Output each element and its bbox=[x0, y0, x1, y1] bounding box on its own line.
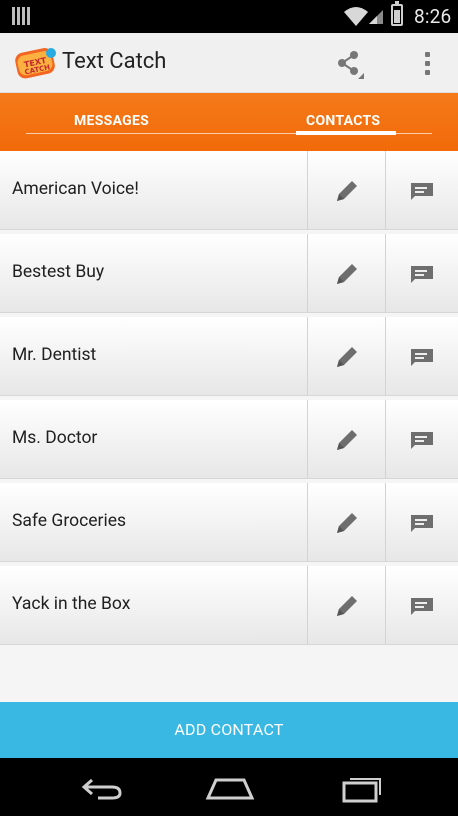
contact-row[interactable]: Yack in the Box bbox=[0, 566, 458, 645]
contact-name: Mr. Dentist bbox=[12, 345, 97, 365]
back-button[interactable] bbox=[72, 770, 132, 806]
status-bar: 8:26 bbox=[0, 0, 458, 33]
edit-contact-button[interactable] bbox=[307, 317, 385, 396]
contact-row[interactable]: Ms. Doctor bbox=[0, 400, 458, 479]
contact-name: Yack in the Box bbox=[12, 594, 131, 614]
action-bar: TEXT CATCH Text Catch bbox=[0, 33, 458, 93]
pencil-icon bbox=[336, 263, 357, 284]
back-icon bbox=[81, 778, 122, 800]
home-button[interactable] bbox=[200, 770, 260, 806]
tab-indicator bbox=[296, 131, 396, 135]
message-icon bbox=[411, 348, 433, 366]
edit-contact-button[interactable] bbox=[307, 234, 385, 313]
share-button[interactable] bbox=[326, 41, 370, 85]
message-icon bbox=[411, 431, 433, 449]
message-icon bbox=[411, 265, 433, 283]
pencil-icon bbox=[336, 429, 357, 450]
edit-contact-button[interactable] bbox=[307, 400, 385, 479]
edit-contact-button[interactable] bbox=[307, 566, 385, 645]
battery-icon bbox=[391, 1, 403, 26]
edit-contact-button[interactable] bbox=[307, 151, 385, 230]
contact-row[interactable]: Mr. Dentist bbox=[0, 317, 458, 396]
signal-icon bbox=[369, 10, 383, 24]
notification-icon bbox=[12, 7, 30, 25]
message-contact-button[interactable] bbox=[385, 566, 458, 645]
contact-row[interactable]: American Voice! bbox=[0, 151, 458, 230]
message-icon bbox=[411, 514, 433, 532]
navigation-bar bbox=[0, 758, 458, 816]
overflow-menu-button[interactable] bbox=[412, 41, 442, 85]
message-contact-button[interactable] bbox=[385, 317, 458, 396]
pencil-icon bbox=[336, 512, 357, 533]
message-icon bbox=[411, 597, 433, 615]
home-icon bbox=[205, 778, 255, 800]
tab-contacts[interactable]: CONTACTS bbox=[306, 113, 380, 129]
add-contact-button[interactable]: ADD CONTACT bbox=[0, 702, 458, 758]
status-time: 8:26 bbox=[414, 5, 452, 28]
tab-messages[interactable]: MESSAGES bbox=[74, 113, 149, 129]
contact-row[interactable]: Bestest Buy bbox=[0, 234, 458, 313]
message-contact-button[interactable] bbox=[385, 234, 458, 313]
wifi-icon bbox=[344, 7, 368, 26]
contact-name: Safe Groceries bbox=[12, 511, 127, 531]
recents-button[interactable] bbox=[330, 770, 390, 806]
message-contact-button[interactable] bbox=[385, 400, 458, 479]
contacts-list: American Voice! Bestest Buy Mr. Dentist … bbox=[0, 151, 458, 702]
contact-name: Ms. Doctor bbox=[12, 428, 98, 448]
contact-row[interactable]: Safe Groceries bbox=[0, 483, 458, 562]
overflow-menu-icon bbox=[424, 51, 430, 57]
message-icon bbox=[411, 182, 433, 200]
pencil-icon bbox=[336, 180, 357, 201]
share-icon bbox=[338, 51, 364, 79]
edit-contact-button[interactable] bbox=[307, 483, 385, 562]
app-logo: TEXT CATCH bbox=[15, 48, 56, 79]
recents-icon bbox=[342, 778, 381, 803]
message-contact-button[interactable] bbox=[385, 151, 458, 230]
pencil-icon bbox=[336, 595, 357, 616]
app-title: Text Catch bbox=[62, 49, 167, 74]
tab-bar: MESSAGES CONTACTS bbox=[0, 93, 458, 151]
pencil-icon bbox=[336, 346, 357, 367]
message-contact-button[interactable] bbox=[385, 483, 458, 562]
contact-name: American Voice! bbox=[12, 179, 139, 199]
contact-name: Bestest Buy bbox=[12, 262, 105, 282]
